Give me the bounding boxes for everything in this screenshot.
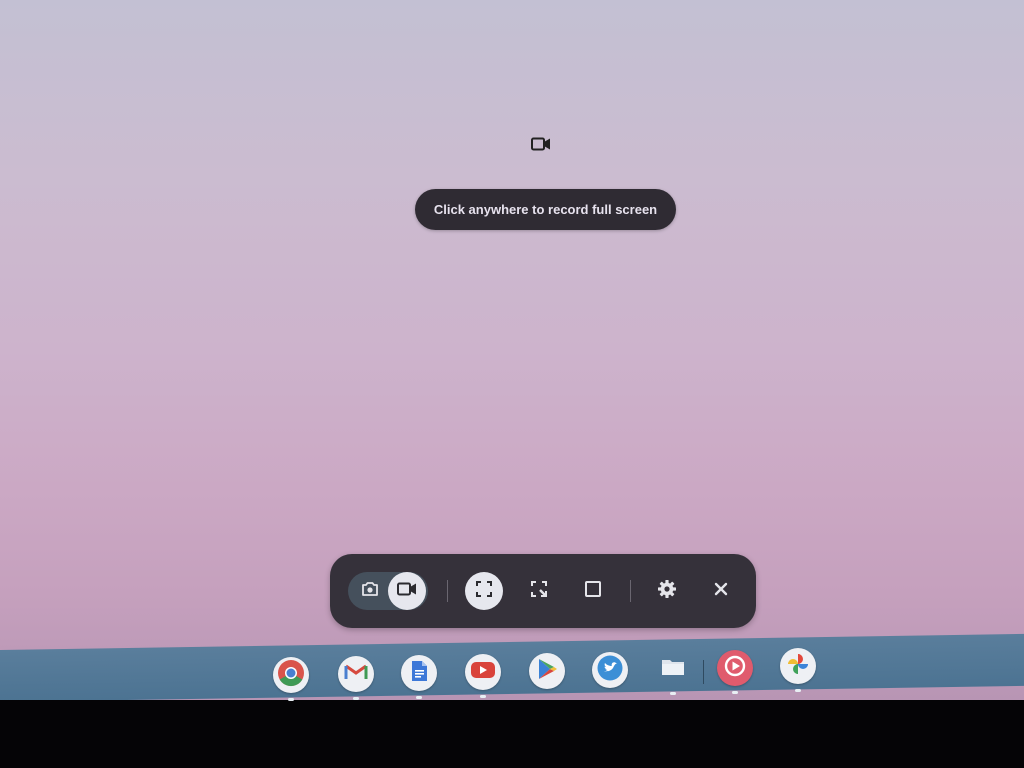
docs-app-button[interactable] <box>401 655 437 699</box>
gmail-app-button[interactable] <box>338 656 374 700</box>
capture-mode-bar <box>330 554 756 628</box>
screenshot-mode-button[interactable] <box>351 572 389 610</box>
videocam-icon <box>397 582 417 601</box>
settings-button[interactable] <box>648 572 686 610</box>
gmail-icon <box>344 662 368 687</box>
camera-icon <box>361 581 379 602</box>
record-hint-toast: Click anywhere to record full screen <box>415 189 676 230</box>
close-capture-button[interactable] <box>702 572 740 610</box>
toolbar-divider <box>630 580 631 602</box>
youtube-app-button[interactable] <box>465 654 501 698</box>
running-indicator <box>732 691 738 694</box>
youtube-icon <box>470 660 496 685</box>
fullscreen-capture-button[interactable] <box>465 572 503 610</box>
partial-select-icon <box>530 580 548 603</box>
fullscreen-icon <box>475 580 493 603</box>
running-indicator <box>353 697 359 700</box>
running-indicator <box>795 689 801 692</box>
play-store-icon <box>536 657 558 686</box>
close-icon <box>713 581 729 602</box>
shelf-separator <box>703 660 704 684</box>
chrome-icon <box>277 659 305 692</box>
docs-icon <box>409 659 429 688</box>
chrome-app-button[interactable] <box>273 657 309 701</box>
window-icon <box>584 580 602 603</box>
videocam-icon <box>530 135 552 153</box>
google-photos-app-button[interactable] <box>780 648 816 692</box>
partial-capture-button[interactable] <box>520 572 558 610</box>
screen-bezel <box>0 700 1024 768</box>
running-indicator <box>288 698 294 701</box>
window-capture-button[interactable] <box>574 572 612 610</box>
running-indicator <box>480 695 486 698</box>
gear-icon <box>657 579 677 604</box>
screen-record-mode-button[interactable] <box>388 572 426 610</box>
photos-icon <box>785 651 811 682</box>
running-indicator <box>416 696 422 699</box>
twitter-icon <box>597 655 623 686</box>
files-icon <box>660 656 686 683</box>
play-store-app-button[interactable] <box>529 653 565 689</box>
youtube-music-app-button[interactable] <box>717 650 753 694</box>
youtube-music-icon <box>721 652 749 685</box>
files-app-button[interactable] <box>655 651 691 695</box>
running-indicator <box>670 692 676 695</box>
toolbar-divider <box>447 580 448 602</box>
twitter-app-button[interactable] <box>592 652 628 688</box>
hint-text: Click anywhere to record full screen <box>433 202 658 217</box>
